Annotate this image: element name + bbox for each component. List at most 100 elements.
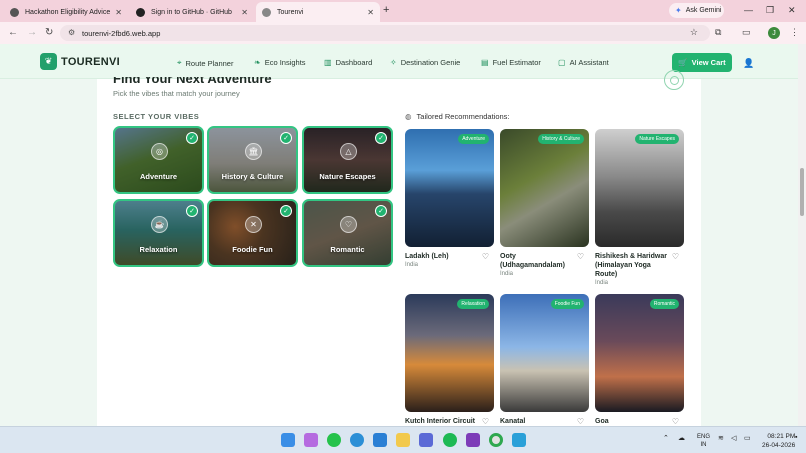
refresh-circle-button[interactable] xyxy=(664,70,684,90)
onedrive-icon[interactable]: ☁ xyxy=(678,434,685,442)
maximize-icon[interactable]: ❐ xyxy=(766,5,774,16)
favorite-heart-icon[interactable]: ♡ xyxy=(482,252,489,261)
url-bar[interactable]: ⚙ tourenvi-2fbd6.web.app ☆ xyxy=(60,25,710,41)
check-icon: ✓ xyxy=(186,205,198,217)
url-text: tourenvi-2fbd6.web.app xyxy=(82,28,161,38)
menu-dots-icon[interactable]: ⋮ xyxy=(790,27,799,38)
address-bar-row: ← → ↻ ⚙ tourenvi-2fbd6.web.app ☆ ⧉ ▭ ⋮ xyxy=(0,22,806,44)
ask-gemini-button[interactable]: ✦ Ask Gemini xyxy=(669,3,724,18)
site-info-icon[interactable]: ⚙ xyxy=(68,28,75,37)
recommendations-label: Tailored Recommendations: xyxy=(416,112,510,121)
page-scrollbar[interactable] xyxy=(798,44,806,426)
nav-fuel-estimator[interactable]: ▤ Fuel Estimator xyxy=(481,58,541,67)
nav-dashboard[interactable]: ▥ Dashboard xyxy=(324,58,372,67)
destination-card[interactable]: Adventure Ladakh (Leh) India ♡ xyxy=(405,129,494,268)
lang-text: ENG xyxy=(697,434,711,440)
gemini-icon: ✦ xyxy=(675,6,682,15)
leaf-logo-icon[interactable]: ❦ xyxy=(40,53,57,70)
close-icon[interactable]: ✕ xyxy=(367,8,374,17)
destination-image: Foodie Fun xyxy=(500,294,589,412)
vibe-card-romantic[interactable]: ♡ Romantic ✓ xyxy=(302,199,393,267)
tab-title: Sign in to GitHub · GitHub xyxy=(151,8,232,16)
mountain-icon: △ xyxy=(340,143,357,160)
app-icon[interactable] xyxy=(466,433,480,447)
destination-card[interactable]: Romantic Goa ♡ xyxy=(595,294,684,426)
vibe-label: Adventure xyxy=(139,172,178,181)
browser-tab[interactable]: Sign in to GitHub · GitHub ✕ xyxy=(130,2,254,22)
bar-chart-icon: ▥ xyxy=(324,58,332,67)
vscode-icon[interactable] xyxy=(373,433,387,447)
back-icon[interactable]: ← xyxy=(8,27,18,38)
windows-taskbar: ⌃ ☁ ENG IN ≋ ◁ ▭ 08:21 PM 26-04-2026 ▪ xyxy=(0,426,806,453)
landmark-icon: 🏛 xyxy=(245,143,262,160)
favorite-heart-icon[interactable]: ♡ xyxy=(672,252,679,261)
close-window-icon[interactable]: ✕ xyxy=(788,5,796,16)
favorite-heart-icon[interactable]: ♡ xyxy=(482,417,489,426)
date-text: 26-04-2026 xyxy=(762,442,796,449)
nav-ai-assistant[interactable]: ▢ AI Assistant xyxy=(558,58,609,67)
destination-card[interactable]: Relaxation Kutch Interior Circuit ♡ xyxy=(405,294,494,426)
brand-name[interactable]: TOURENVI xyxy=(61,56,120,68)
wifi-icon[interactable]: ≋ xyxy=(718,434,724,442)
vibe-card-relaxation[interactable]: ☕ Relaxation ✓ xyxy=(113,199,204,267)
nav-route-planner[interactable]: ⌖ Route Planner xyxy=(177,58,233,68)
app-icon[interactable] xyxy=(512,433,526,447)
destination-name: Ladakh (Leh) xyxy=(405,253,449,260)
battery-icon[interactable]: ▭ xyxy=(744,434,751,442)
nav-label: AI Assistant xyxy=(569,58,609,67)
sparkle-icon: ✧ xyxy=(390,58,397,67)
category-badge: Adventure xyxy=(458,134,489,144)
scrollbar-thumb[interactable] xyxy=(800,168,804,216)
language-indicator[interactable]: ENG IN xyxy=(697,433,710,449)
whatsapp-icon[interactable] xyxy=(327,433,341,447)
vibe-card-adventure[interactable]: ◎ Adventure ✓ xyxy=(113,126,204,194)
cast-icon[interactable]: ▭ xyxy=(742,27,751,38)
close-icon[interactable]: ✕ xyxy=(241,8,248,17)
view-cart-button[interactable]: 🛒 View Cart xyxy=(672,53,732,72)
vibe-card-history-culture[interactable]: 🏛 History & Culture ✓ xyxy=(207,126,298,194)
notification-icon[interactable]: ▪ xyxy=(795,434,797,441)
destination-name: Kanatal xyxy=(500,418,526,425)
extensions-icon[interactable]: ⧉ xyxy=(715,27,721,38)
destination-card[interactable]: Nature Escapes Rishikesh & Haridwar (Him… xyxy=(595,129,684,286)
copilot-icon[interactable] xyxy=(304,433,318,447)
tab-title: Hackathon Eligibility Advice xyxy=(25,8,111,16)
vibe-card-nature-escapes[interactable]: △ Nature Escapes ✓ xyxy=(302,126,393,194)
destination-name: Kutch Interior Circuit xyxy=(405,418,476,425)
close-icon[interactable]: ✕ xyxy=(115,8,122,17)
forward-icon[interactable]: → xyxy=(27,27,37,38)
vibe-label: Nature Escapes xyxy=(319,172,376,181)
minimize-icon[interactable]: — xyxy=(744,5,753,15)
vibe-label: Foodie Fun xyxy=(232,245,273,254)
destination-card[interactable]: History & Culture Ooty (Udhagamandalam) … xyxy=(500,129,589,277)
check-icon: ✓ xyxy=(375,205,387,217)
edge-icon[interactable] xyxy=(350,433,364,447)
favorite-heart-icon[interactable]: ♡ xyxy=(577,417,584,426)
nav-destination-genie[interactable]: ✧ Destination Genie xyxy=(390,58,460,67)
start-icon[interactable] xyxy=(281,433,295,447)
user-icon[interactable]: 👤 xyxy=(743,58,754,69)
vibe-card-foodie-fun[interactable]: ✕ Foodie Fun ✓ xyxy=(207,199,298,267)
app-icon[interactable] xyxy=(419,433,433,447)
browser-tab-active[interactable]: Tourenvi ✕ xyxy=(256,2,380,22)
bookmark-star-icon[interactable]: ☆ xyxy=(690,27,698,38)
destination-country: India xyxy=(595,280,609,286)
browser-tab[interactable]: Hackathon Eligibility Advice ✕ xyxy=(4,2,128,22)
utensils-icon: ✕ xyxy=(245,216,262,233)
file-explorer-icon[interactable] xyxy=(396,433,410,447)
reload-icon[interactable]: ↻ xyxy=(45,27,53,38)
clock[interactable]: 08:21 PM 26-04-2026 xyxy=(762,432,795,450)
profile-avatar[interactable]: J xyxy=(768,27,780,39)
destination-card[interactable]: Foodie Fun Kanatal ♡ xyxy=(500,294,589,426)
spotify-icon[interactable] xyxy=(443,433,457,447)
github-icon xyxy=(136,7,145,17)
volume-icon[interactable]: ◁ xyxy=(731,434,736,442)
new-tab-icon[interactable]: + xyxy=(383,4,389,16)
destination-country: India xyxy=(500,271,514,277)
chevron-up-icon[interactable]: ⌃ xyxy=(663,434,669,442)
nav-eco-insights[interactable]: ❧ Eco Insights xyxy=(254,58,306,67)
favorite-heart-icon[interactable]: ♡ xyxy=(577,252,584,261)
chrome-icon[interactable] xyxy=(489,433,503,447)
favorite-heart-icon[interactable]: ♡ xyxy=(672,417,679,426)
destination-name: Rishikesh & Haridwar (Himalayan Yoga Rou… xyxy=(595,253,667,278)
